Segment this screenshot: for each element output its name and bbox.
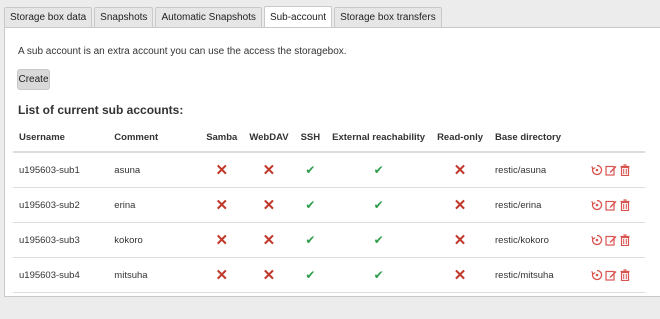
cell-webdav: ✕ xyxy=(243,187,295,223)
cell-comment: kokoro xyxy=(108,222,201,258)
cell-ssh: ✔ xyxy=(294,187,327,223)
tab-sub-account[interactable]: Sub-account xyxy=(263,6,333,28)
cell-external: ✔ xyxy=(326,152,432,188)
cell-base-directory: restic/asuna xyxy=(489,152,577,188)
cell-base-directory: restic/kokoro xyxy=(489,222,577,258)
cross-icon: ✕ xyxy=(262,266,276,284)
tab-storage-box-data[interactable]: Storage box data xyxy=(4,7,93,27)
cell-comment: asuna xyxy=(108,152,201,188)
check-icon: ✔ xyxy=(373,267,384,282)
cell-base-directory: restic/mitsuha xyxy=(489,257,577,293)
cross-icon: ✕ xyxy=(262,196,276,214)
column-header-username: Username xyxy=(13,123,109,153)
column-header-webdav: WebDAV xyxy=(243,123,295,153)
cell-webdav: ✕ xyxy=(243,222,295,258)
edit-icon[interactable] xyxy=(605,199,617,211)
create-button[interactable]: Create xyxy=(17,69,50,90)
cell-external: ✔ xyxy=(326,257,432,293)
cell-samba: ✕ xyxy=(200,222,244,258)
reset-password-icon[interactable] xyxy=(591,164,603,176)
check-icon: ✔ xyxy=(305,197,316,212)
delete-icon[interactable] xyxy=(619,199,631,211)
tab-bar: Storage box data Snapshots Automatic Sna… xyxy=(4,6,444,28)
cell-samba: ✕ xyxy=(200,152,244,188)
cell-external: ✔ xyxy=(326,222,432,258)
cell-actions xyxy=(576,152,645,188)
cross-icon: ✕ xyxy=(215,231,229,249)
column-header-actions xyxy=(576,123,645,153)
check-icon: ✔ xyxy=(373,162,384,177)
cross-icon: ✕ xyxy=(453,231,467,249)
cell-actions xyxy=(576,222,645,258)
cell-samba: ✕ xyxy=(200,187,244,223)
cross-icon: ✕ xyxy=(453,161,467,179)
cell-username: u195603-sub2 xyxy=(13,187,109,223)
check-icon: ✔ xyxy=(305,267,316,282)
column-header-ssh: SSH xyxy=(294,123,327,153)
tab-snapshots[interactable]: Snapshots xyxy=(94,7,154,27)
check-icon: ✔ xyxy=(373,232,384,247)
table-header-row: Username Comment Samba WebDAV SSH Extern… xyxy=(13,123,645,153)
edit-icon[interactable] xyxy=(605,164,617,176)
reset-password-icon[interactable] xyxy=(591,199,603,211)
cell-username: u195603-sub1 xyxy=(13,152,109,188)
column-header-comment: Comment xyxy=(108,123,201,153)
table-row: u195603-sub2 erina ✕ ✕ ✔ ✔ ✕ restic/erina xyxy=(13,187,645,223)
edit-icon[interactable] xyxy=(605,234,617,246)
check-icon: ✔ xyxy=(305,162,316,177)
cell-ssh: ✔ xyxy=(294,257,327,293)
cross-icon: ✕ xyxy=(215,161,229,179)
cell-ssh: ✔ xyxy=(294,222,327,258)
cell-actions xyxy=(576,187,645,223)
cell-readonly: ✕ xyxy=(431,222,489,258)
cell-readonly: ✕ xyxy=(431,187,489,223)
table-row: u195603-sub4 mitsuha ✕ ✕ ✔ ✔ ✕ restic/mitsuha xyxy=(13,257,645,293)
column-header-external-reachability: External reachability xyxy=(326,123,432,153)
cross-icon: ✕ xyxy=(453,196,467,214)
table-row: u195603-sub1 asuna ✕ ✕ ✔ ✔ ✕ restic/asuna xyxy=(13,152,645,188)
column-header-base-directory: Base directory xyxy=(489,123,577,153)
tab-automatic-snapshots[interactable]: Automatic Snapshots xyxy=(155,7,262,27)
sub-account-panel: A sub account is an extra account you ca… xyxy=(4,27,660,297)
cross-icon: ✕ xyxy=(262,161,276,179)
cross-icon: ✕ xyxy=(453,266,467,284)
cross-icon: ✕ xyxy=(215,196,229,214)
cell-comment: erina xyxy=(108,187,201,223)
column-header-read-only: Read-only xyxy=(431,123,489,153)
cell-base-directory: restic/erina xyxy=(489,187,577,223)
delete-icon[interactable] xyxy=(619,234,631,246)
reset-password-icon[interactable] xyxy=(591,234,603,246)
cell-readonly: ✕ xyxy=(431,152,489,188)
cross-icon: ✕ xyxy=(262,231,276,249)
cell-comment: mitsuha xyxy=(108,257,201,293)
delete-icon[interactable] xyxy=(619,164,631,176)
cell-username: u195603-sub4 xyxy=(13,257,109,293)
cell-samba: ✕ xyxy=(200,257,244,293)
cell-webdav: ✕ xyxy=(243,152,295,188)
cell-webdav: ✕ xyxy=(243,257,295,293)
sub-accounts-table: Username Comment Samba WebDAV SSH Extern… xyxy=(13,123,645,293)
cell-external: ✔ xyxy=(326,187,432,223)
cell-username: u195603-sub3 xyxy=(13,222,109,258)
list-title: List of current sub accounts: xyxy=(18,103,184,117)
cell-readonly: ✕ xyxy=(431,257,489,293)
cell-ssh: ✔ xyxy=(294,152,327,188)
check-icon: ✔ xyxy=(305,232,316,247)
cell-actions xyxy=(576,257,645,293)
reset-password-icon[interactable] xyxy=(591,269,603,281)
edit-icon[interactable] xyxy=(605,269,617,281)
description-text: A sub account is an extra account you ca… xyxy=(18,46,347,57)
check-icon: ✔ xyxy=(373,197,384,212)
tab-storage-box-transfers[interactable]: Storage box transfers xyxy=(334,7,442,27)
table-row: u195603-sub3 kokoro ✕ ✕ ✔ ✔ ✕ restic/kokoro xyxy=(13,222,645,258)
delete-icon[interactable] xyxy=(619,269,631,281)
cross-icon: ✕ xyxy=(215,266,229,284)
column-header-samba: Samba xyxy=(200,123,244,153)
